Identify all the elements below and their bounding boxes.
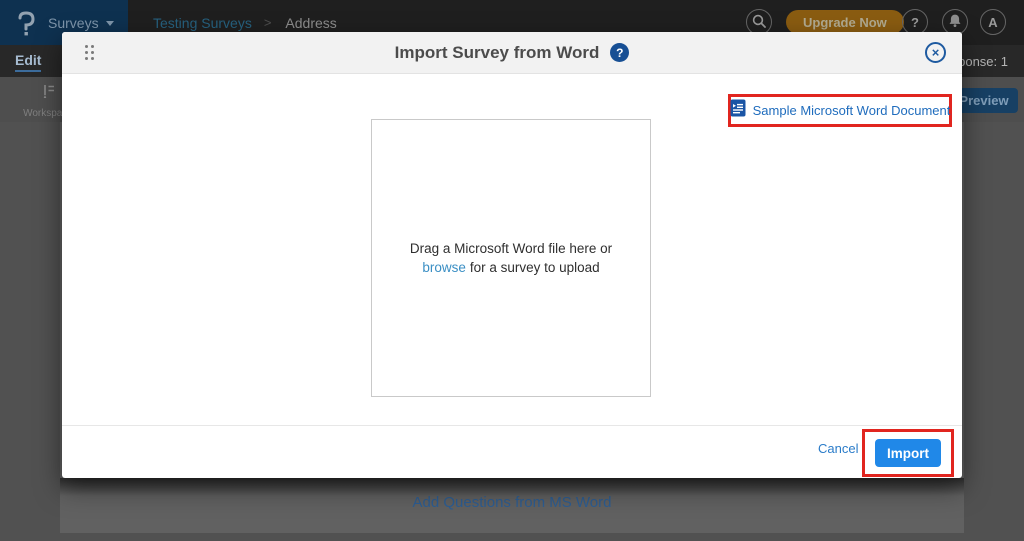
browse-link[interactable]: browse [422, 260, 466, 275]
avatar-initial: A [988, 15, 997, 30]
cancel-button[interactable]: Cancel [818, 441, 858, 456]
word-document-icon [730, 99, 746, 122]
screen: Surveys Testing Surveys > Address Upgrad… [0, 0, 1024, 541]
dropzone-line1: Drag a Microsoft Word file here or [410, 241, 612, 256]
breadcrumb-separator: > [264, 15, 272, 30]
surveys-menu-label: Surveys [48, 15, 99, 31]
tab-edit[interactable]: Edit [15, 52, 41, 72]
sample-word-document-link[interactable]: Sample Microsoft Word Document [753, 103, 951, 118]
pencil-list-icon [39, 83, 57, 105]
bell-icon [948, 13, 962, 31]
add-questions-from-word-link[interactable]: Add Questions from MS Word [60, 494, 964, 511]
import-button[interactable]: Import [875, 439, 941, 467]
annotation-box-sample-link: Sample Microsoft Word Document [728, 94, 952, 127]
annotation-box-import: Import [862, 429, 954, 477]
modal-title: Import Survey from Word [395, 43, 600, 63]
dropzone-line2: for a survey to upload [470, 260, 600, 275]
modal-header: Import Survey from Word ? × [62, 32, 962, 74]
avatar[interactable]: A [980, 9, 1006, 35]
dropzone-text: Drag a Microsoft Word file here or brows… [410, 239, 612, 277]
modal-help-icon[interactable]: ? [610, 43, 629, 62]
chevron-down-icon [106, 21, 114, 26]
proprofs-logo-icon [14, 8, 38, 38]
search-icon [752, 14, 766, 31]
close-icon[interactable]: × [925, 42, 946, 63]
file-dropzone[interactable]: Drag a Microsoft Word file here or brows… [371, 119, 651, 397]
breadcrumb-current: Address [285, 15, 336, 31]
breadcrumb-parent-link[interactable]: Testing Surveys [153, 15, 252, 31]
drag-handle-icon[interactable] [85, 45, 94, 60]
modal-footer: Cancel [62, 425, 962, 478]
question-mark-icon: ? [911, 15, 919, 30]
upgrade-now-button[interactable]: Upgrade Now [786, 10, 904, 34]
